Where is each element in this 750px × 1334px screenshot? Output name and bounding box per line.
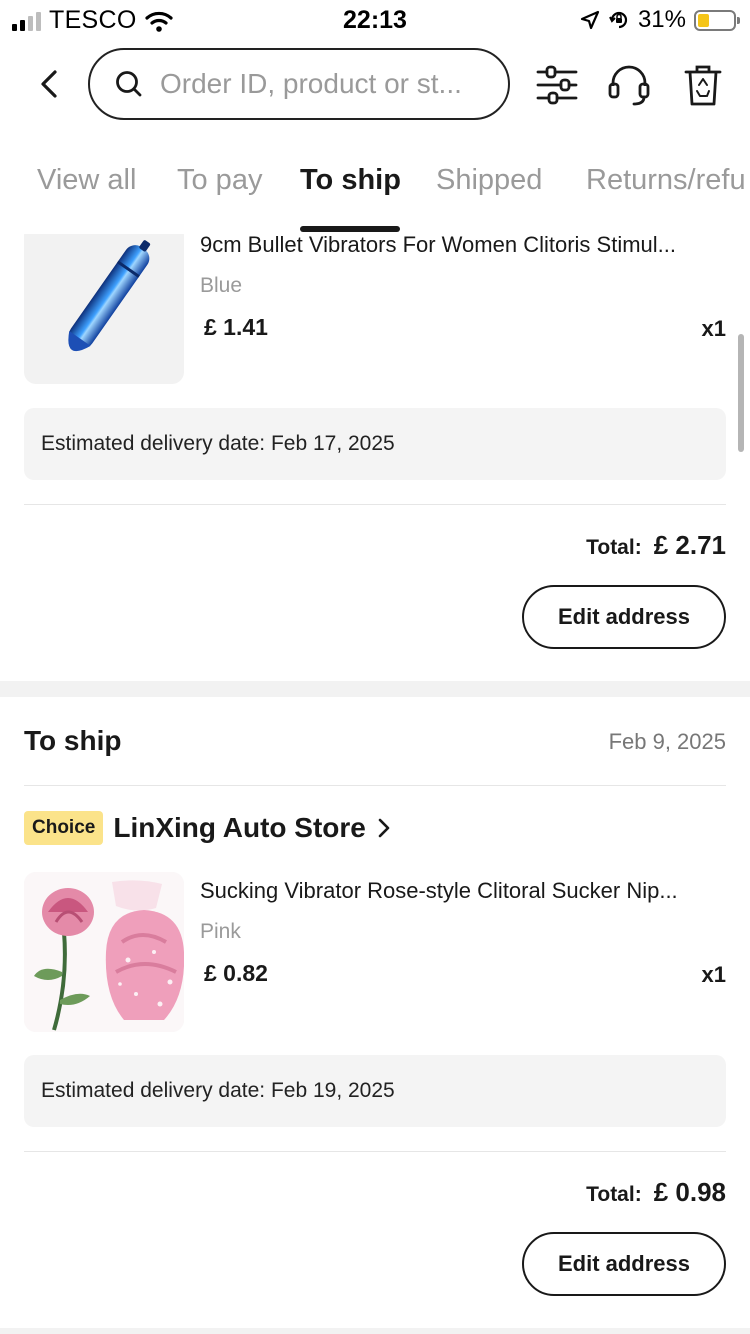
headset-icon bbox=[608, 65, 650, 106]
estimated-delivery: Estimated delivery date: Feb 19, 2025 bbox=[24, 1055, 726, 1127]
edit-address-button[interactable]: Edit address bbox=[522, 1232, 726, 1296]
total-label: Total: bbox=[586, 536, 642, 559]
search-box[interactable] bbox=[88, 48, 510, 120]
estimated-delivery: Estimated delivery date: Feb 17, 2025 bbox=[24, 408, 726, 480]
active-tab-indicator bbox=[300, 226, 400, 232]
order-total: Total: £ 2.71 bbox=[586, 530, 726, 561]
product-title[interactable]: Sucking Vibrator Rose-style Clitoral Suc… bbox=[200, 878, 726, 904]
scrollbar[interactable] bbox=[738, 334, 744, 452]
tab-shipped[interactable]: Shipped bbox=[436, 164, 542, 197]
order-total: Total: £ 0.98 bbox=[586, 1177, 726, 1208]
section-separator bbox=[0, 681, 750, 697]
product-quantity: x1 bbox=[701, 316, 726, 341]
order-list[interactable]: 9cm Bullet Vibrators For Women Clitoris … bbox=[0, 234, 750, 1334]
divider bbox=[24, 504, 726, 505]
store-name[interactable]: LinXing Auto Store bbox=[113, 812, 366, 844]
divider bbox=[24, 1151, 726, 1152]
tab-returns-refunds[interactable]: Returns/refu bbox=[586, 164, 746, 197]
recycle-bin-icon bbox=[684, 65, 722, 106]
edit-address-button[interactable]: Edit address bbox=[522, 585, 726, 649]
filter-sliders-icon bbox=[536, 65, 578, 105]
search-icon bbox=[116, 71, 142, 97]
chevron-right-icon bbox=[378, 818, 390, 838]
choice-badge: Choice bbox=[24, 811, 104, 845]
back-chevron-icon bbox=[41, 70, 57, 98]
search-input[interactable] bbox=[160, 68, 480, 100]
battery-icon bbox=[694, 9, 740, 31]
tab-to-ship[interactable]: To ship bbox=[300, 164, 401, 197]
total-label: Total: bbox=[586, 1183, 642, 1206]
order-date: Feb 9, 2025 bbox=[608, 729, 726, 754]
total-value: £ 0.98 bbox=[653, 1177, 726, 1207]
orientation-lock-icon bbox=[609, 11, 628, 29]
product-price: £ 1.41 bbox=[204, 314, 268, 340]
tab-to-pay[interactable]: To pay bbox=[177, 164, 262, 197]
total-value: £ 2.71 bbox=[653, 530, 726, 560]
product-image[interactable] bbox=[24, 234, 184, 384]
divider bbox=[24, 785, 726, 786]
battery-percent: 31% bbox=[637, 6, 686, 33]
order-status-tabs: View all To pay To ship Shipped Returns/… bbox=[0, 150, 750, 234]
product-image[interactable] bbox=[24, 872, 184, 1032]
tab-view-all[interactable]: View all bbox=[37, 164, 136, 197]
product-title[interactable]: 9cm Bullet Vibrators For Women Clitoris … bbox=[200, 234, 726, 258]
order-status: To ship bbox=[24, 725, 122, 756]
back-button[interactable] bbox=[28, 64, 68, 104]
section-separator bbox=[0, 1328, 750, 1334]
filter-button[interactable] bbox=[534, 62, 580, 108]
product-variant: Blue bbox=[200, 274, 243, 297]
product-quantity: x1 bbox=[701, 962, 726, 987]
delete-button[interactable] bbox=[680, 62, 726, 108]
header bbox=[0, 48, 750, 120]
product-price: £ 0.82 bbox=[204, 960, 268, 986]
product-variant: Pink bbox=[200, 920, 241, 943]
status-bar: TESCO 22:13 31% bbox=[0, 0, 750, 42]
customer-service-button[interactable] bbox=[606, 62, 652, 108]
location-arrow-icon bbox=[580, 10, 600, 30]
store-link[interactable]: Choice LinXing Auto Store bbox=[24, 811, 392, 845]
